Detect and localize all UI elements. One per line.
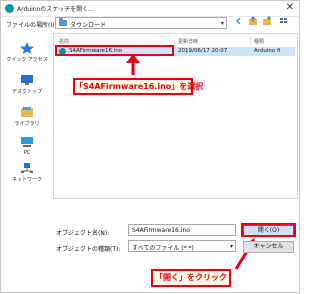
sidebar-item-label: ライブラリ xyxy=(14,121,40,127)
filetype-value: すべてのファイル (*.*) xyxy=(132,245,194,252)
download-folder-icon xyxy=(59,18,67,26)
arduino-app-icon xyxy=(5,4,14,13)
sidebar-item-libraries[interactable]: ライブラリ xyxy=(5,106,49,134)
click-open-callout: 「開く」をクリック xyxy=(151,269,231,287)
sidebar-item-label: PC xyxy=(23,150,31,156)
filetype-label: オブジェクトの種類(T): xyxy=(56,246,121,253)
title-bar: Arduinoのスケッチを開く... ✕ xyxy=(1,1,299,17)
up-folder-icon[interactable] xyxy=(248,16,258,26)
sidebar-item-label: クイック アクセス xyxy=(6,57,48,63)
file-list: 名前 更新日時 種類 S4AFirmware16.ino 2019/06/17 … xyxy=(53,33,298,199)
chevron-down-icon: ▾ xyxy=(229,243,233,250)
column-divider xyxy=(174,37,175,45)
library-icon xyxy=(21,107,33,117)
network-icon xyxy=(21,163,33,173)
file-highlight-box xyxy=(55,45,174,56)
filename-value: S4AFirmware16.ino xyxy=(132,227,190,234)
column-header-name[interactable]: 名前 xyxy=(59,38,69,45)
select-file-callout: 「S4AFirmware16.ino」を選択 xyxy=(73,78,203,95)
location-select[interactable]: ダウンロード ▾ xyxy=(55,17,227,29)
view-menu-icon[interactable] xyxy=(279,16,289,26)
sidebar-item-network[interactable]: ネットワーク xyxy=(5,162,49,190)
sidebar-item-label: ネットワーク xyxy=(11,177,42,183)
column-header-type[interactable]: 種類 xyxy=(254,38,264,45)
pc-icon xyxy=(21,137,33,147)
filename-label: オブジェクト名(N): xyxy=(56,230,110,237)
open-sketch-dialog: Arduinoのスケッチを開く... ✕ ファイルの場所(I): ダウンロード … xyxy=(0,0,300,293)
location-value: ダウンロード xyxy=(70,22,107,29)
file-type: Arduino ﬁ xyxy=(254,48,281,54)
column-divider xyxy=(250,37,251,45)
sidebar-item-label: デスクトップ xyxy=(11,89,42,95)
filetype-select[interactable]: すべてのファイル (*.*) ▾ xyxy=(128,240,236,252)
cancel-button[interactable]: キャンセル xyxy=(243,241,294,253)
sidebar-item-desktop[interactable]: デスクトップ xyxy=(5,74,49,102)
sidebar-item-quick-access[interactable]: クイック アクセス xyxy=(5,42,49,70)
desktop-icon xyxy=(21,75,33,85)
places-sidebar: クイック アクセス デスクトップ ライブラリ PC ネットワーク xyxy=(5,34,49,184)
window-title: Arduinoのスケッチを開く... xyxy=(17,6,94,13)
file-modified: 2019/06/17 20:07 xyxy=(178,48,228,54)
column-header-modified[interactable]: 更新日時 xyxy=(178,38,198,45)
close-icon[interactable]: ✕ xyxy=(286,2,294,14)
chevron-down-icon: ▾ xyxy=(220,20,224,27)
open-highlight-box xyxy=(241,223,296,237)
location-label: ファイルの場所(I): xyxy=(6,22,57,29)
filename-input[interactable]: S4AFirmware16.ino xyxy=(128,224,236,236)
back-icon[interactable] xyxy=(234,16,244,26)
star-icon xyxy=(20,42,34,54)
sidebar-item-pc[interactable]: PC xyxy=(5,136,49,164)
new-folder-icon[interactable] xyxy=(262,16,272,26)
